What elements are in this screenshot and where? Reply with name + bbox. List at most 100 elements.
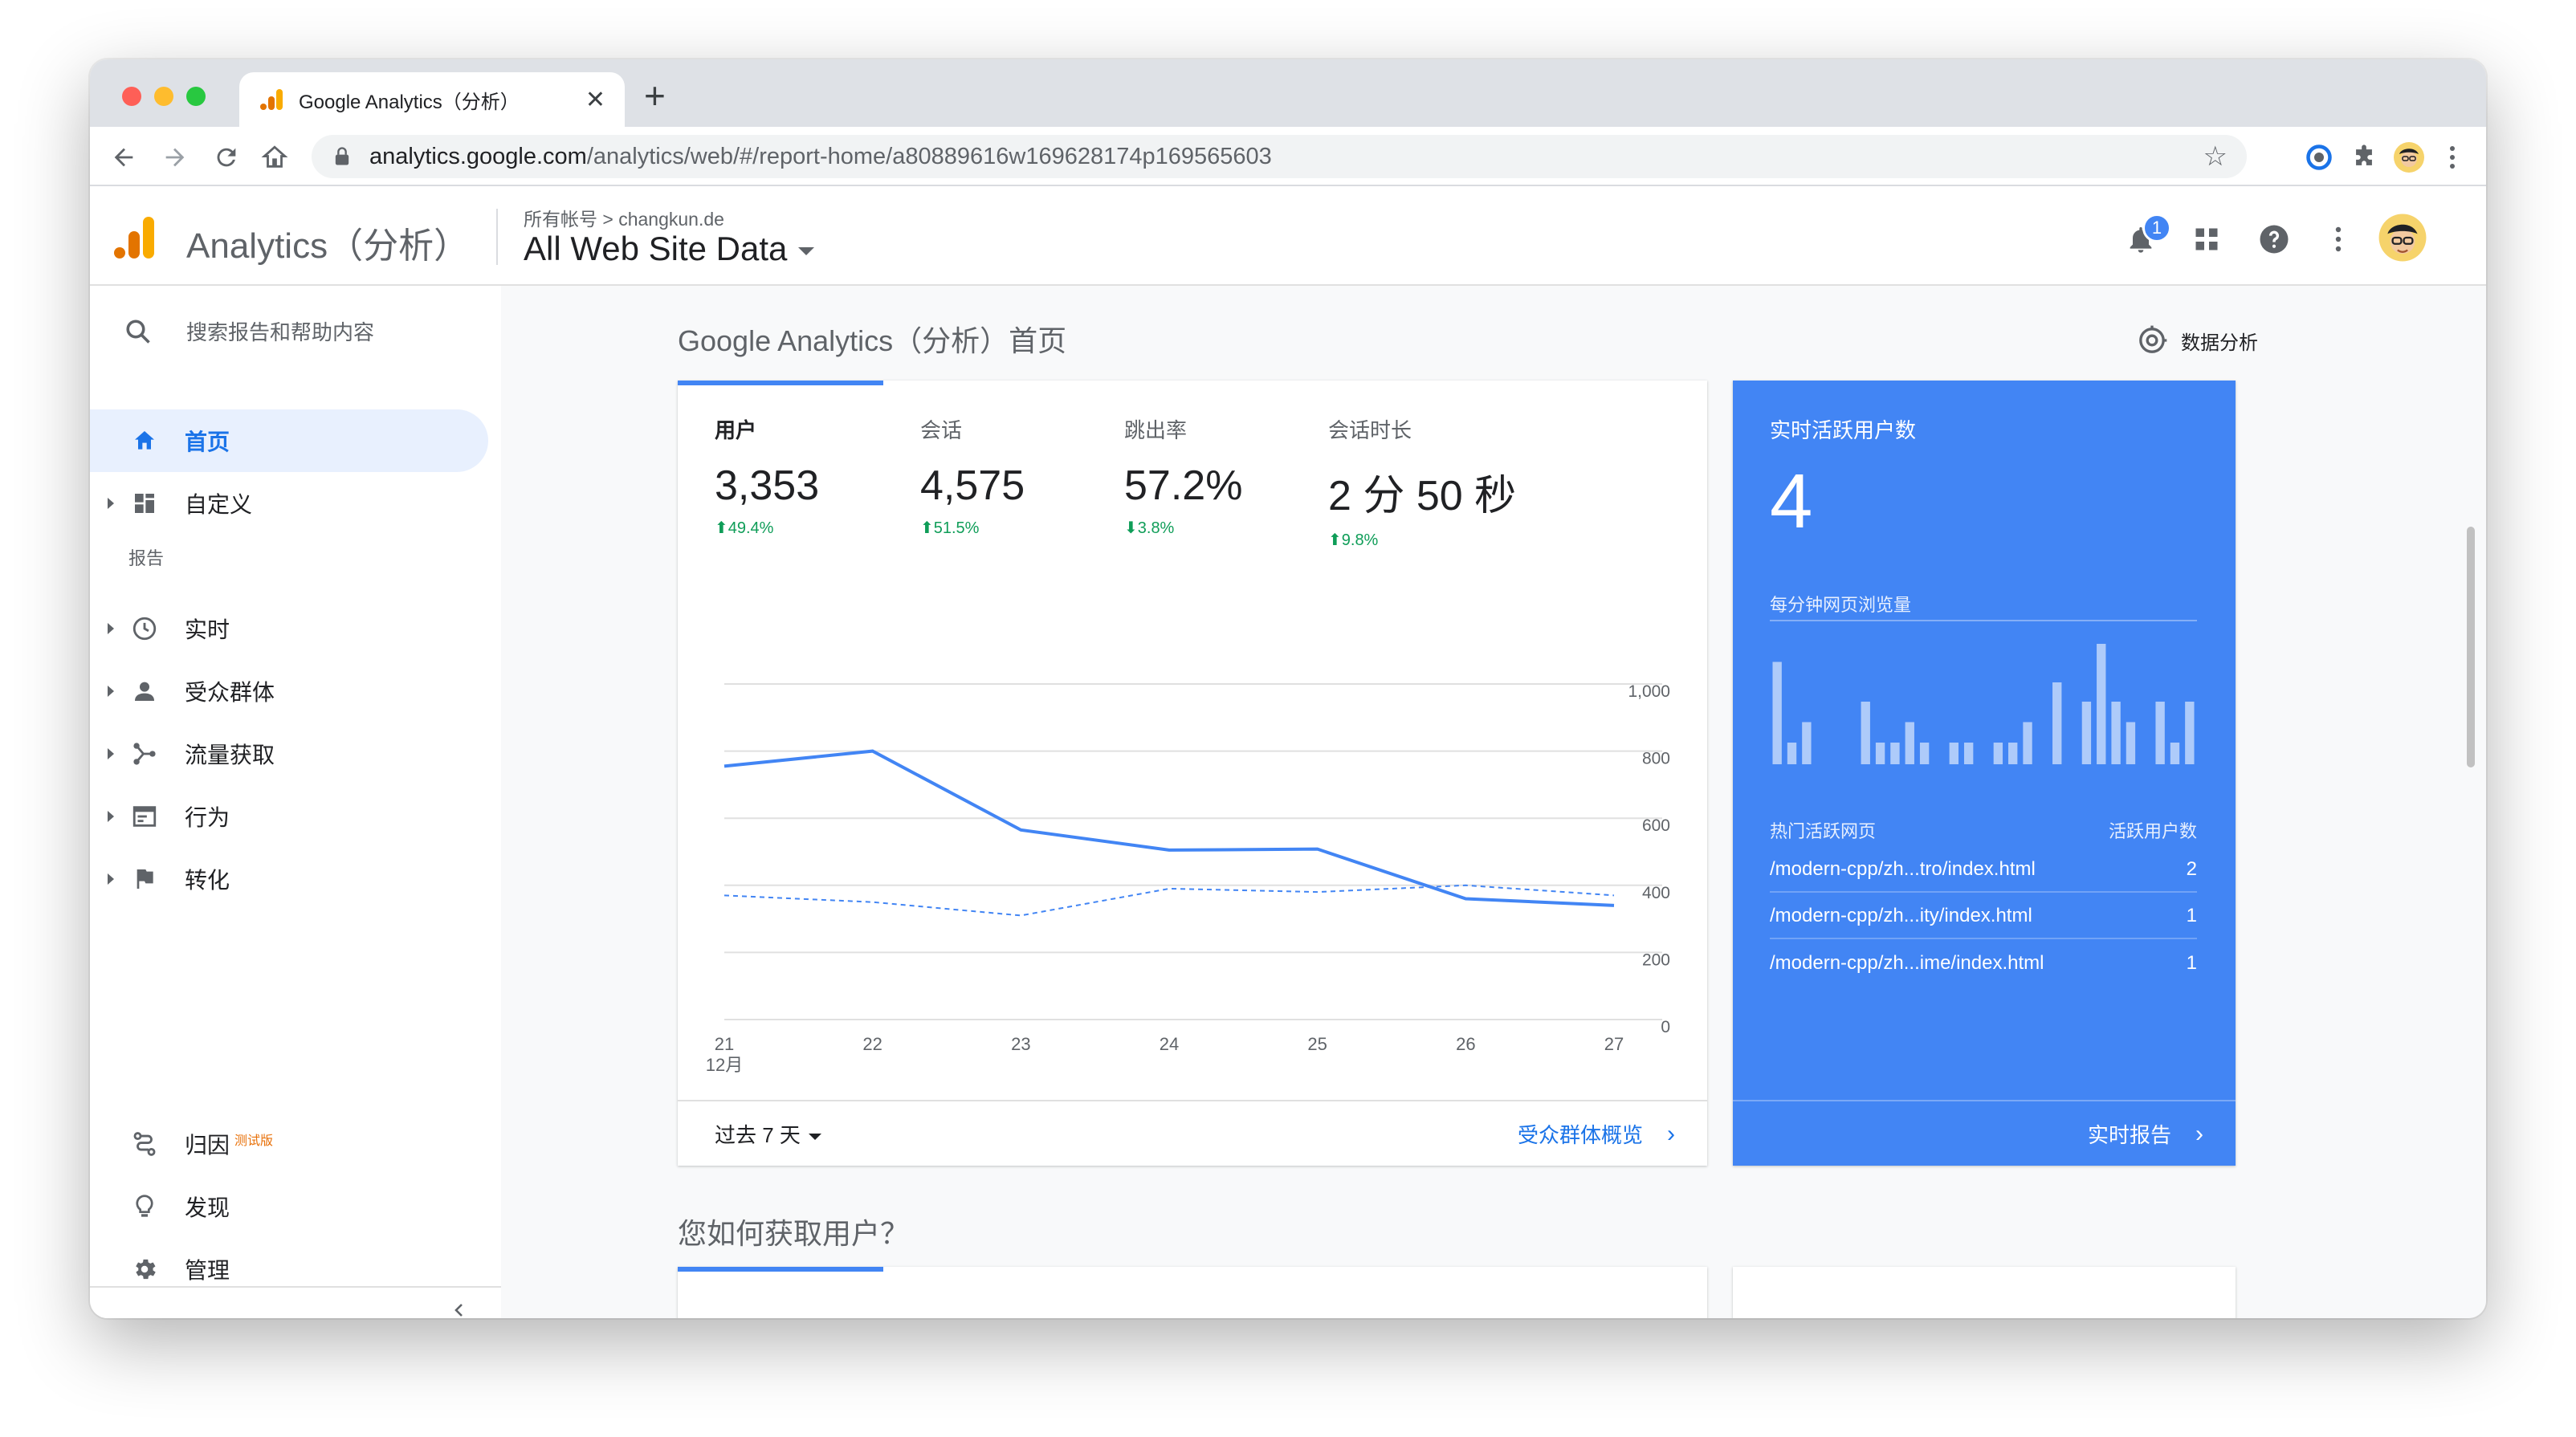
active-pages-header-label: 热门活跃网页 (1770, 821, 1877, 841)
main-scrollbar[interactable] (2467, 527, 2475, 767)
metric-session-duration[interactable]: 会话时长 2 分 50 秒 ⬆9.8% (1328, 414, 1516, 550)
page-title: Google Analytics（分析）首页 (678, 324, 1067, 357)
sidebar-item-attribution[interactable]: 归因 测试版 (90, 1113, 488, 1175)
more-vert-icon[interactable] (2319, 220, 2358, 258)
sidebar-item-discover[interactable]: 发现 (90, 1175, 488, 1238)
home-icon[interactable] (259, 141, 291, 173)
sidebar-item-realtime[interactable]: 实时 (90, 597, 488, 660)
tab-close-icon[interactable]: ✕ (585, 86, 605, 114)
insights-button[interactable]: 数据分析 (2136, 324, 2258, 356)
sidebar-search[interactable]: 搜索报告和帮助内容 (124, 316, 374, 346)
bookmark-star-icon[interactable]: ☆ (2203, 140, 2228, 173)
current-period-line[interactable] (723, 749, 1615, 907)
active-page-users: 1 (2186, 952, 2197, 974)
expand-arrow-icon (108, 873, 114, 885)
new-tab-button[interactable]: + (644, 77, 666, 114)
active-page-path: /modern-cpp/zh...ity/index.html (1770, 905, 2032, 926)
account-avatar[interactable] (2377, 212, 2428, 263)
url-host: analytics.google.com (369, 143, 587, 169)
sidebar-item-audience[interactable]: 受众群体 (90, 660, 488, 723)
realtime-report-link[interactable]: 实时报告 › (2088, 1119, 2203, 1149)
card-footer: 过去 7 天 受众群体概览 › (678, 1100, 1707, 1166)
sidebar-item-admin[interactable]: 管理 (90, 1238, 488, 1301)
ga-header: Analytics（分析） 所有帐号 > changkun.de All Web… (90, 186, 2486, 286)
expand-arrow-icon (108, 811, 114, 822)
metric-bounce-rate[interactable]: 跳出率 57.2% ⬇3.8% (1124, 414, 1242, 538)
active-page-row[interactable]: /modern-cpp/zh...ime/index.html 1 (1770, 941, 2197, 986)
notification-badge: 1 (2142, 214, 2171, 242)
sidebar-item-home[interactable]: 首页 (90, 409, 488, 472)
acquisition-side-card (1733, 1267, 2236, 1318)
date-range-selector[interactable]: 过去 7 天 (715, 1119, 821, 1149)
y-tick-label: 400 (1642, 884, 1670, 902)
pageviews-bar-chart (1772, 644, 2195, 764)
expand-arrow-icon (108, 748, 114, 759)
sidebar-item-acquisition[interactable]: 流量获取 (90, 723, 488, 785)
help-icon[interactable] (2255, 220, 2293, 258)
browser-menu-icon[interactable] (2435, 140, 2470, 175)
analytics-logo-icon[interactable] (112, 215, 157, 260)
puzzle-icon[interactable] (2346, 140, 2382, 175)
metric-change: ⬆49.4% (715, 519, 774, 537)
active-page-row[interactable]: /modern-cpp/zh...ity/index.html 1 (1770, 894, 2197, 939)
y-tick-label: 200 (1642, 951, 1670, 969)
sidebar-item-customization[interactable]: 自定义 (90, 472, 488, 535)
sidebar-item-label: 流量获取 (185, 743, 275, 767)
breadcrumb[interactable]: 所有帐号 > changkun.de (524, 204, 724, 231)
zoom-window-button[interactable] (186, 87, 206, 106)
gear-icon (128, 1253, 161, 1285)
y-tick-label: 1,000 (1628, 682, 1670, 701)
x-tick-label: 23 (1011, 1034, 1030, 1054)
pageview-bar (1963, 743, 1974, 764)
realtime-report-label: 实时报告 (2087, 1123, 2171, 1147)
search-input[interactable]: 搜索报告和帮助内容 (186, 316, 374, 346)
pageview-bar (2185, 702, 2195, 764)
reload-icon[interactable] (210, 141, 243, 173)
lock-icon (335, 147, 349, 165)
sidebar-item-label: 受众群体 (185, 680, 275, 705)
metric-users[interactable]: 用户 3,353 ⬆49.4% (715, 414, 819, 538)
x-tick-label: 25 (1307, 1034, 1327, 1054)
card-accent-bar (678, 1267, 883, 1272)
apps-grid-icon[interactable] (2187, 220, 2226, 258)
pageview-bar (2052, 682, 2062, 764)
expand-arrow-icon (108, 623, 114, 634)
audience-overview-link[interactable]: 受众群体概览 › (1518, 1119, 1675, 1149)
back-icon[interactable] (108, 141, 140, 173)
realtime-count: 4 (1770, 458, 1813, 544)
collapse-sidebar-icon[interactable] (443, 1294, 475, 1318)
x-tick-label: 22 (862, 1034, 882, 1054)
person-icon (128, 675, 161, 707)
address-bar[interactable]: analytics.google.com/analytics/web/#/rep… (312, 135, 2247, 178)
metric-value: 57.2% (1124, 462, 1243, 509)
sidebar-item-label: 自定义 (185, 492, 253, 517)
property-selector[interactable]: All Web Site Data (524, 230, 815, 268)
extension-icon[interactable] (2301, 140, 2337, 175)
pageview-bar (2170, 743, 2180, 764)
metric-label: 用户 (715, 418, 757, 442)
sidebar: 搜索报告和帮助内容 首页 自定义 报告 实时 受众群体 流量获取 行为 转化 归… (90, 286, 501, 1318)
main-content: Google Analytics（分析）首页 数据分析 用户 3,353 ⬆49… (501, 286, 2486, 1318)
chevron-right-icon: › (1667, 1120, 1675, 1147)
attribution-icon (128, 1128, 161, 1160)
pageview-bar (2155, 702, 2165, 764)
sidebar-item-conversions[interactable]: 转化 (90, 848, 488, 910)
active-page-row[interactable]: /modern-cpp/zh...tro/index.html 2 (1770, 848, 2197, 893)
forward-icon[interactable] (159, 141, 191, 173)
insights-icon (2139, 325, 2167, 353)
dashboard-icon (128, 487, 161, 519)
tab-strip: Google Analytics（分析） ✕ + (90, 59, 2486, 127)
pageview-bar (1919, 743, 1930, 764)
pageview-bar (1949, 743, 1958, 764)
sidebar-item-behavior[interactable]: 行为 (90, 785, 488, 848)
sidebar-item-label: 管理 (185, 1258, 230, 1283)
insights-label: 数据分析 (2181, 332, 2258, 354)
profile-avatar-small[interactable] (2391, 140, 2427, 175)
home-icon (128, 425, 161, 457)
expand-arrow-icon (108, 498, 114, 509)
browser-tab[interactable]: Google Analytics（分析） ✕ (239, 72, 625, 127)
minimize-window-button[interactable] (154, 87, 173, 106)
date-range-label: 过去 7 天 (715, 1123, 801, 1147)
close-window-button[interactable] (122, 87, 141, 106)
metric-sessions[interactable]: 会话 4,575 ⬆51.5% (920, 414, 1025, 538)
